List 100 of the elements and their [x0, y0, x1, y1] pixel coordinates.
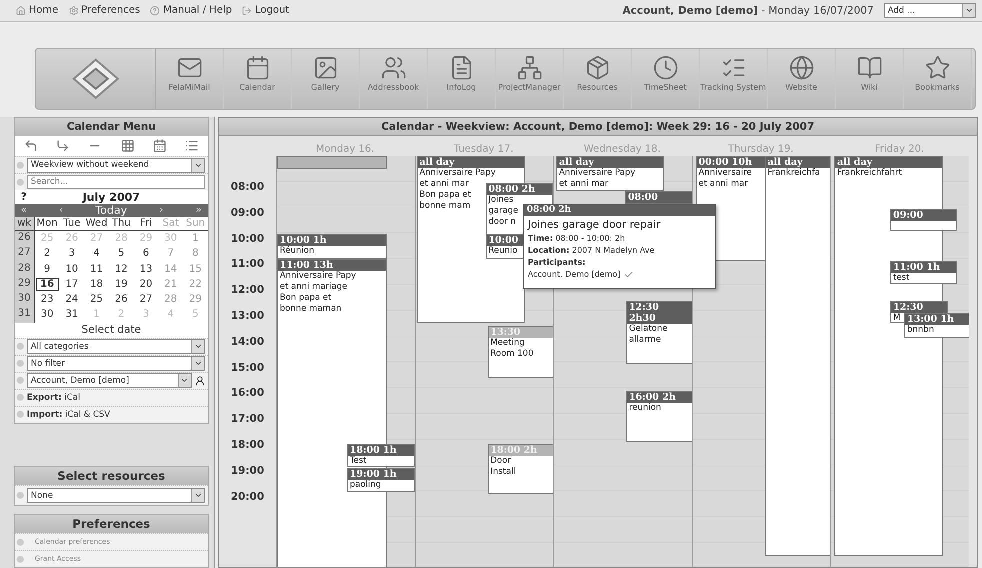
date-cell[interactable]: 27	[134, 293, 158, 306]
calendar-event[interactable]: 19:00 1h paoling	[347, 468, 415, 492]
time-label: 12:00	[230, 283, 266, 298]
weekday-label: Sat	[158, 217, 184, 231]
date-cell[interactable]: 9	[36, 262, 59, 276]
week-number: 31	[15, 307, 35, 323]
date-cell[interactable]: 19	[110, 278, 133, 292]
event-text: reunion	[628, 403, 662, 414]
date-cell[interactable]: 26	[110, 293, 133, 306]
time-label: 09:00	[230, 206, 266, 221]
nav-link[interactable]: Home	[16, 5, 59, 16]
event-text: Door	[490, 456, 512, 467]
bullet-icon	[17, 343, 24, 350]
calendar-event[interactable]: 13:00 1h bnnbn	[904, 313, 969, 338]
filter-select[interactable]: All categories	[27, 339, 205, 354]
panel-title: Preferences	[15, 515, 208, 533]
month-nav[interactable]: ›	[160, 205, 164, 216]
bullet-icon	[17, 394, 24, 402]
calendar-event[interactable]: 10:00 1h Réunion	[277, 234, 387, 259]
date-cell[interactable]: 18	[85, 278, 108, 292]
month-nav[interactable]: «	[21, 205, 28, 216]
event-text: Room 100	[490, 349, 535, 360]
link-label[interactable]: Import: iCal & CSV	[27, 410, 110, 420]
event-text: garage	[488, 206, 520, 217]
bullet-icon	[17, 492, 24, 500]
filter-select[interactable]: No filter	[27, 356, 205, 372]
date-cell[interactable]: 11	[85, 262, 108, 276]
date-cell[interactable]: 10	[60, 262, 84, 276]
event-detail: Location: 2007 N Madelyn Ave	[528, 245, 655, 257]
panel-title: Calendar Menu	[15, 118, 208, 136]
calendar-event[interactable]: 18:00 2h Door Install	[488, 444, 554, 494]
date-cell[interactable]: 5	[110, 247, 133, 261]
list-icon[interactable]	[184, 139, 199, 153]
nav-link[interactable]: Preferences	[68, 5, 140, 16]
weekday-label: Mon	[35, 217, 60, 231]
calendar-event[interactable]: 18:00 1h Test	[347, 444, 415, 467]
grid-icon[interactable]	[120, 139, 135, 153]
date-cell[interactable]: 12	[110, 262, 133, 276]
nav-link[interactable]: Logout	[242, 5, 290, 16]
event-text: Bon papa et	[279, 293, 333, 304]
calendar-title: Calendar - Weekview: Account, Demo [demo]: Week 29: 16 - 20 July 2007	[219, 118, 977, 136]
bullet-icon	[17, 178, 24, 186]
user-icon[interactable]	[194, 374, 205, 387]
settings-icon	[68, 6, 79, 16]
network-icon	[516, 55, 542, 81]
search-field[interactable]: Search...	[27, 175, 205, 189]
month-title: July 2007	[81, 190, 142, 204]
date-cell[interactable]: 25	[85, 293, 108, 306]
date-cell[interactable]: 31	[60, 308, 84, 322]
corner-arrow-icon[interactable]	[56, 139, 70, 153]
event-text: Install	[490, 467, 518, 478]
bullet-icon	[17, 360, 24, 368]
event-time: 10:00	[486, 235, 525, 246]
calendar-event[interactable]: all day Frankreichfa	[764, 156, 833, 556]
event-text: Reunio	[488, 246, 519, 257]
user-select[interactable]: Account, Demo [demo]	[27, 373, 192, 388]
event-time: all day	[835, 157, 942, 168]
calendar-event[interactable]: 09:00	[890, 209, 958, 231]
time-label: 16:00	[230, 386, 266, 402]
weekday-label: Thu	[109, 217, 134, 231]
calendar-event[interactable]: 10:00 Reunio	[486, 234, 526, 259]
event-time: all day	[766, 157, 832, 168]
add-select[interactable]: Add ...	[884, 3, 976, 18]
date-cell[interactable]: 23	[36, 293, 59, 306]
month-nav[interactable]: »	[196, 205, 202, 216]
date-cell[interactable]: 17	[60, 278, 84, 292]
date-cell[interactable]: 30	[36, 308, 59, 322]
date-cell[interactable]: 2	[36, 247, 59, 261]
event-text: test	[892, 273, 911, 284]
date-cell[interactable]: 6	[134, 247, 158, 261]
corner-arrow-icon[interactable]	[24, 139, 38, 153]
logout-icon	[242, 6, 252, 16]
calendar-event[interactable]: 08:00	[625, 191, 694, 204]
date-cell[interactable]: 3	[60, 247, 84, 261]
book-icon	[856, 55, 882, 81]
package-icon	[584, 55, 610, 81]
event-time: all day	[418, 157, 524, 168]
date-cell[interactable]: 13	[134, 262, 158, 276]
resource-select[interactable]: None	[27, 488, 205, 504]
calendar-event[interactable]: 12:30 2h30 Gelatone allarme	[626, 301, 694, 364]
event-time: 13:30	[488, 327, 553, 338]
calendar-icon[interactable]	[152, 139, 167, 153]
month-nav[interactable]: Today	[96, 204, 128, 217]
nav-link[interactable]: Manual / Help	[150, 5, 232, 16]
calendar-icon	[244, 55, 270, 81]
calendar-event[interactable]: 11:00 1h test	[890, 261, 958, 284]
calendar-event[interactable]: 13:30 Meeting Room 100	[488, 326, 554, 378]
month-nav[interactable]: ‹	[59, 205, 64, 216]
help-link[interactable]: ?	[15, 192, 33, 202]
link-label[interactable]: Export: iCal	[27, 392, 80, 403]
event-text: allarme	[628, 335, 662, 346]
date-cell[interactable]: 4	[85, 247, 108, 261]
view-select[interactable]: Weekview without weekend	[27, 158, 205, 172]
date-cell[interactable]: 16	[36, 278, 59, 292]
weekday-label: Tue	[60, 217, 84, 231]
calendar-event[interactable]: 16:00 2h reunion	[626, 391, 694, 442]
date-cell[interactable]: 20	[134, 278, 158, 292]
chevron-down-icon	[964, 6, 974, 15]
date-cell[interactable]: 24	[60, 293, 84, 306]
calendar-event[interactable]: all day Anniversaire Papy et anni mar	[556, 156, 664, 191]
